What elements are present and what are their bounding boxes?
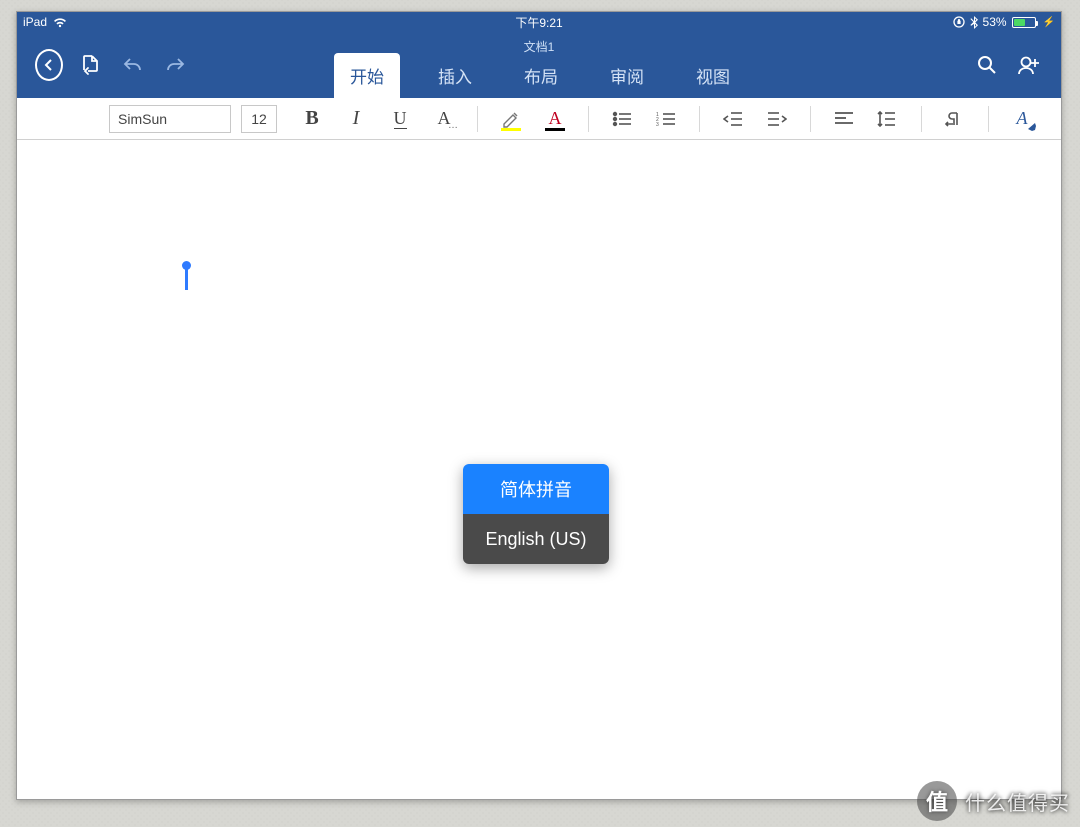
- ime-option-pinyin[interactable]: 简体拼音: [463, 464, 609, 514]
- ios-status-bar: iPad 下午9:21 53% ⚡: [17, 12, 1061, 32]
- app-title-bar: 文档1 开始 插入 布局: [17, 32, 1061, 98]
- separator: [810, 106, 811, 132]
- battery-pct: 53%: [983, 15, 1007, 29]
- italic-button[interactable]: I: [339, 104, 373, 134]
- styles-label: A: [1017, 108, 1028, 129]
- tab-start[interactable]: 开始: [334, 53, 400, 98]
- underline-label: U: [394, 109, 407, 129]
- tab-view[interactable]: 视图: [682, 53, 744, 98]
- styles-button[interactable]: A: [1005, 104, 1039, 134]
- bluetooth-icon: [970, 16, 978, 29]
- separator: [588, 106, 589, 132]
- charging-icon: ⚡: [1043, 17, 1055, 28]
- outdent-button[interactable]: [716, 104, 750, 134]
- underline-button[interactable]: U: [383, 104, 417, 134]
- font-color-swatch: [545, 128, 565, 131]
- highlight-button[interactable]: [494, 104, 528, 134]
- separator: [699, 106, 700, 132]
- battery-icon: [1012, 17, 1036, 28]
- highlight-color-swatch: [501, 128, 521, 131]
- document-canvas[interactable]: 简体拼音 English (US): [17, 140, 1061, 799]
- orientation-lock-icon: [953, 16, 965, 28]
- separator: [921, 106, 922, 132]
- font-size-select[interactable]: 12: [241, 105, 277, 133]
- ipad-screen: iPad 下午9:21 53% ⚡ 文档1: [16, 11, 1062, 800]
- indent-button[interactable]: [760, 104, 794, 134]
- paragraph-options-button[interactable]: [938, 104, 972, 134]
- svg-text:3: 3: [656, 122, 659, 127]
- ellipsis-icon: …: [448, 120, 458, 131]
- font-options-button[interactable]: A …: [427, 104, 461, 134]
- ime-language-popup: 简体拼音 English (US): [463, 464, 609, 564]
- bullet-list-button[interactable]: [605, 104, 639, 134]
- font-color-button[interactable]: A: [538, 104, 572, 134]
- device-label: iPad: [23, 15, 47, 29]
- ime-option-english[interactable]: English (US): [463, 514, 609, 564]
- ribbon-toolbar: SimSun 12 B I U A … A 123: [17, 98, 1061, 140]
- font-color-label: A: [549, 108, 562, 129]
- separator: [477, 106, 478, 132]
- text-cursor: [185, 264, 188, 290]
- separator: [988, 106, 989, 132]
- bold-button[interactable]: B: [295, 104, 329, 134]
- line-spacing-button[interactable]: [871, 104, 905, 134]
- tab-review[interactable]: 审阅: [596, 53, 658, 98]
- align-left-button[interactable]: [827, 104, 861, 134]
- numbered-list-button[interactable]: 123: [649, 104, 683, 134]
- tab-layout[interactable]: 布局: [510, 53, 572, 98]
- ribbon-tabs: 开始 插入 布局 审阅 视图: [17, 53, 1061, 98]
- wifi-icon: [53, 17, 67, 28]
- tab-insert[interactable]: 插入: [424, 53, 486, 98]
- status-time: 下午9:21: [17, 14, 1061, 31]
- font-name-select[interactable]: SimSun: [109, 105, 231, 133]
